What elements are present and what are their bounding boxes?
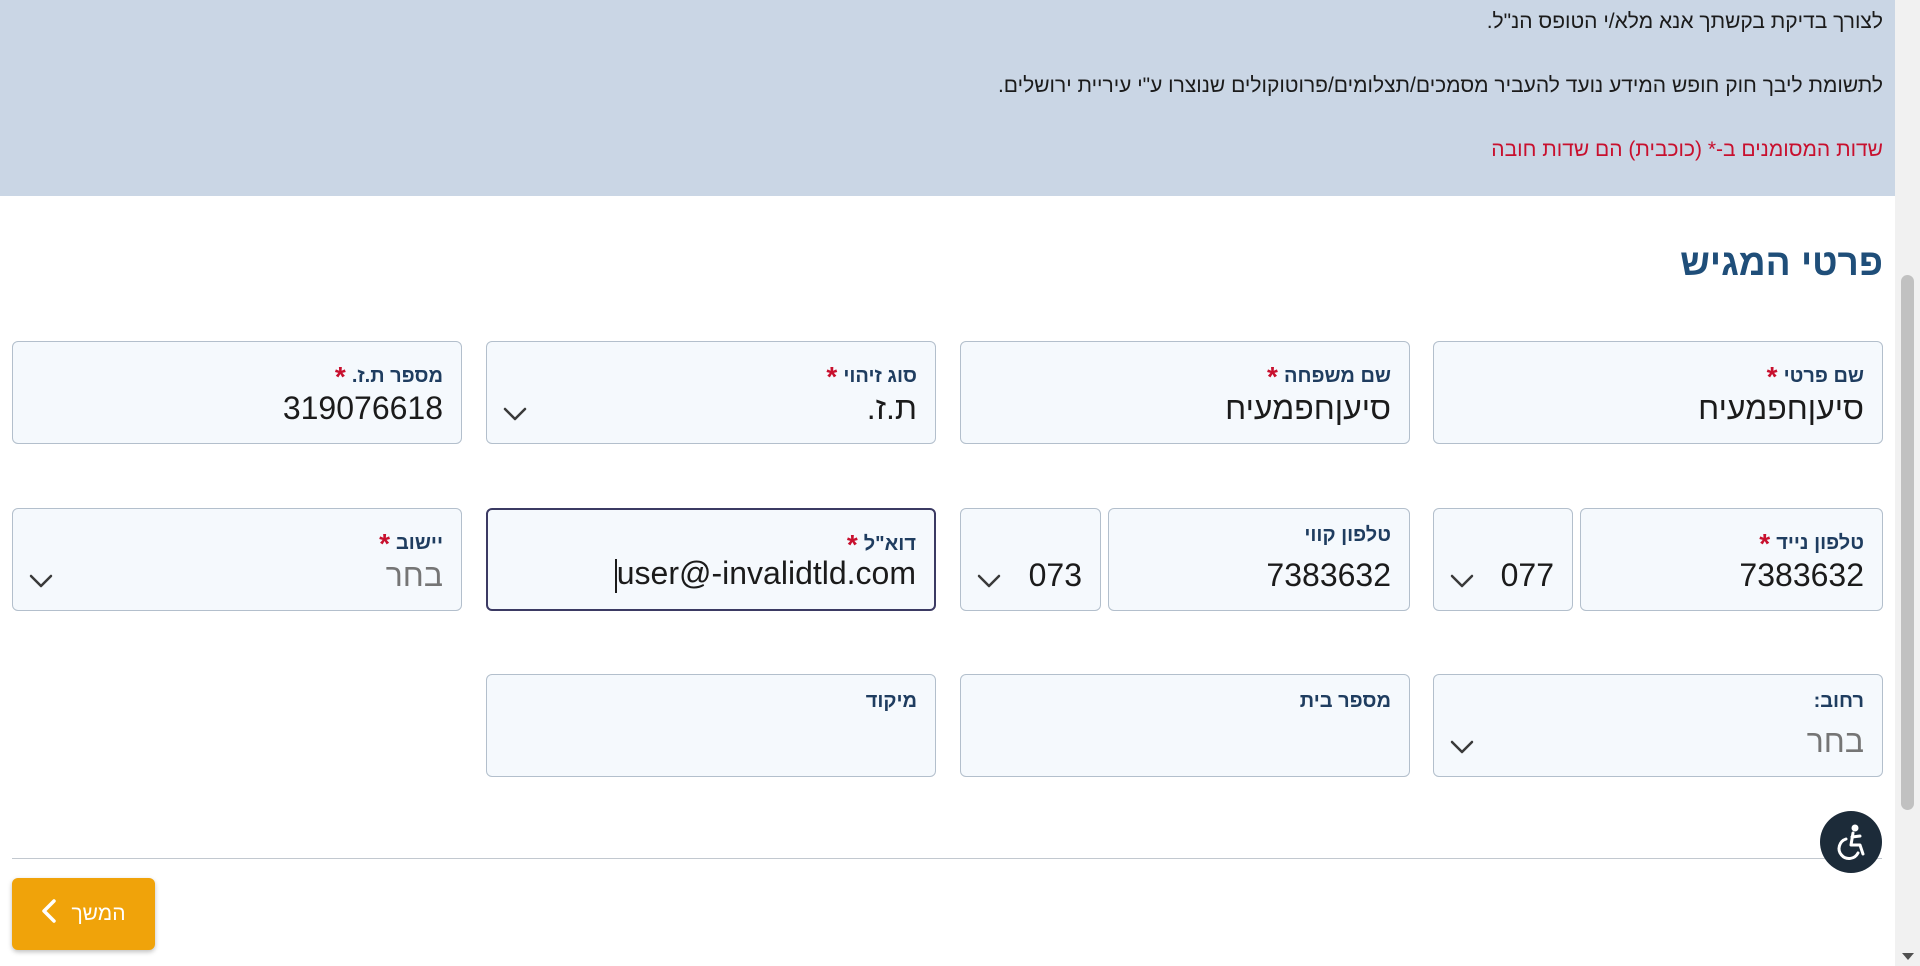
form-page: לצורך בדיקת בקשתך אנא מלא/י הטופס הנ"ל. … (0, 0, 1895, 966)
required-mark: * (334, 361, 346, 392)
landline-prefix-value: 073 (1028, 557, 1082, 593)
street-select[interactable]: רחוב: בחר (1433, 674, 1883, 777)
last-name-value: סיעןחפמעיח (1225, 390, 1391, 426)
id-type-label: סוג זיהוי* (826, 361, 917, 392)
street-label: רחוב: (1813, 690, 1864, 712)
email-value: user@-invalidtld.com (614, 555, 916, 593)
house-number-label: מספר בית (1299, 690, 1391, 712)
landline-phone-label: טלפון קווי (1304, 524, 1391, 546)
house-number-field[interactable]: מספר בית (960, 674, 1410, 777)
city-select[interactable]: יישוב* בחר (12, 508, 462, 611)
mobile-phone-value: 7383632 (1739, 557, 1864, 593)
email-field[interactable]: דוא"ל* user@-invalidtld.com (486, 508, 936, 611)
page-scrollbar[interactable] (1895, 0, 1920, 966)
chevron-down-icon (503, 407, 527, 421)
first-name-value: סיעןחפמעיח (1698, 390, 1864, 426)
info-banner: לצורך בדיקת בקשתך אנא מלא/י הטופס הנ"ל. … (0, 0, 1895, 196)
id-type-select[interactable]: סוג זיהוי* ת.ז. (486, 341, 936, 444)
first-name-field[interactable]: שם פרטי* סיעןחפמעיח (1433, 341, 1883, 444)
required-mark: * (1267, 361, 1278, 392)
mobile-prefix-value: 077 (1500, 557, 1554, 593)
city-placeholder: בחר (385, 557, 443, 593)
zip-code-field[interactable]: מיקוד (486, 674, 936, 777)
banner-foi-notice: לתשומת ליבך חוק חופש המידע נועד להעביר מ… (997, 74, 1883, 97)
scrollbar-thumb[interactable] (1901, 275, 1914, 810)
chevron-down-icon (977, 574, 1001, 588)
required-mark: * (826, 361, 838, 392)
continue-button[interactable]: המשך (12, 878, 155, 950)
section-title: פרטי המגיש (1680, 242, 1883, 283)
landline-phone-value: 7383632 (1266, 557, 1391, 593)
landline-prefix-select[interactable]: 073 (960, 508, 1101, 611)
last-name-field[interactable]: שם משפחה* סיעןחפמעיח (960, 341, 1410, 444)
id-number-label: מספר ת.ז.* (334, 361, 443, 392)
first-name-label: שם פרטי* (1766, 361, 1864, 392)
last-name-label: שם משפחה* (1267, 361, 1391, 392)
landline-phone-field[interactable]: טלפון קווי 7383632 (1108, 508, 1410, 611)
required-mark: * (379, 528, 390, 559)
mobile-prefix-select[interactable]: 077 (1433, 508, 1573, 611)
scroll-down-arrow-icon[interactable] (1902, 953, 1914, 960)
banner-instruction: לצורך בדיקת בקשתך אנא מלא/י הטופס הנ"ל. (1486, 10, 1883, 33)
mobile-phone-field[interactable]: טלפון נייד* 7383632 (1580, 508, 1883, 611)
id-number-value: 319076618 (282, 390, 443, 426)
email-label: דוא"ל* (846, 529, 916, 560)
id-type-value: ת.ז. (866, 390, 917, 426)
required-mark: * (1766, 361, 1778, 392)
chevron-down-icon (1450, 574, 1474, 588)
street-placeholder: בחר (1806, 723, 1864, 759)
accessibility-icon[interactable] (1820, 811, 1882, 873)
chevron-left-icon (41, 898, 57, 930)
mobile-phone-label: טלפון נייד* (1759, 528, 1864, 559)
form-divider (12, 858, 1882, 859)
banner-required-notice: שדות המסומנים ב-* (כוכבית) הם שדות חובה (1491, 138, 1883, 161)
zip-code-label: מיקוד (865, 690, 917, 712)
required-mark: * (1759, 528, 1771, 559)
continue-label: המשך (71, 902, 126, 925)
chevron-down-icon (1450, 740, 1474, 754)
chevron-down-icon (29, 574, 53, 588)
city-label: יישוב* (379, 528, 443, 559)
id-number-field[interactable]: מספר ת.ז.* 319076618 (12, 341, 462, 444)
